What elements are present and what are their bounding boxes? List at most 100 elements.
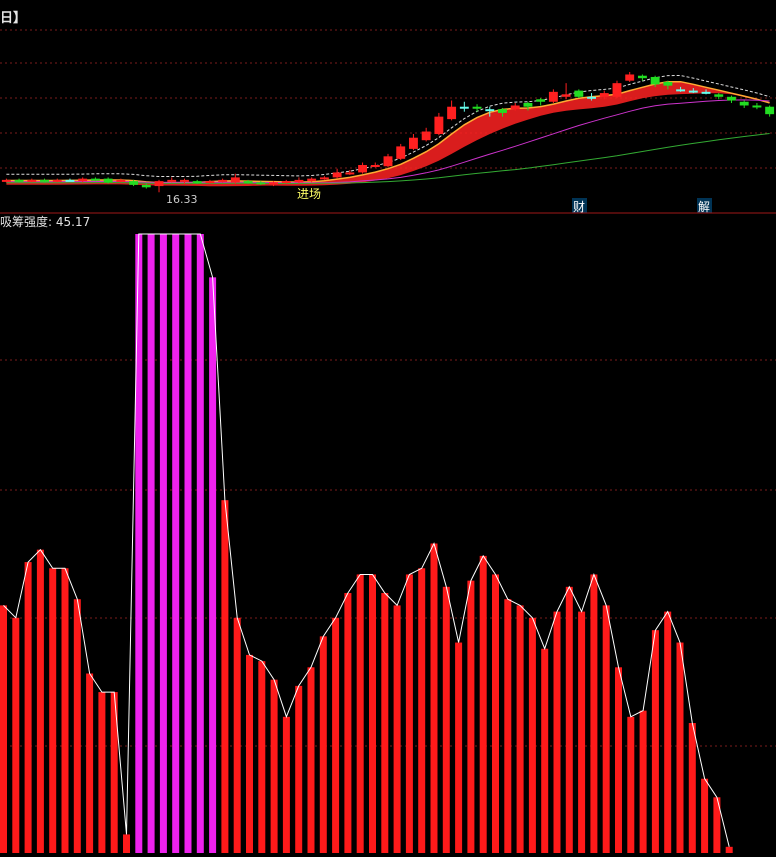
indicator-bar-33	[405, 574, 413, 853]
indicator-bar-56	[688, 723, 696, 853]
candle-body-51	[650, 76, 660, 85]
candle-body-22	[281, 181, 291, 184]
candle-body-54	[688, 90, 698, 93]
indicator-bar-6	[73, 599, 81, 853]
indicator-bar-53	[651, 630, 659, 853]
candle-body-1	[14, 179, 24, 182]
candle-body-16	[205, 181, 215, 184]
candle-body-38	[485, 109, 495, 112]
candle-body-55	[701, 91, 711, 94]
indicator-bar-10	[123, 834, 130, 853]
badge-jie[interactable]: 解	[698, 200, 710, 214]
candle-body-32	[408, 137, 418, 149]
candle-body-45	[574, 90, 584, 97]
candle-body-53	[676, 89, 686, 92]
candle-body-46	[587, 96, 596, 99]
indicator-bar-3	[36, 549, 44, 853]
indicator-bar-15	[184, 234, 192, 853]
candle-body-26	[332, 172, 342, 178]
indicator-bar-29	[356, 574, 364, 853]
candle-body-23	[294, 179, 304, 183]
candle-body-8	[103, 178, 113, 183]
indicator-bar-16	[196, 234, 204, 853]
candle-body-52	[663, 81, 673, 86]
indicator-bar-11	[135, 234, 143, 853]
indicator-bar-38	[467, 580, 475, 853]
candle-body-13	[167, 179, 177, 182]
candle-body-59	[752, 105, 762, 108]
candle-body-48	[612, 83, 622, 97]
candle-body-50	[637, 75, 647, 79]
candle-body-41	[523, 103, 533, 107]
indicator-bar-0	[0, 605, 7, 853]
candle-body-11	[141, 184, 151, 188]
indicator-bar-43	[528, 617, 536, 853]
indicator-bar-28	[344, 593, 352, 853]
indicator-bar-45	[553, 611, 561, 853]
candle-body-12	[154, 181, 164, 187]
indicator-bar-17	[209, 277, 217, 854]
candle-body-42	[536, 99, 546, 102]
indicator-bar-26	[319, 636, 327, 853]
indicator-bar-12	[147, 234, 155, 853]
candle-body-35	[447, 106, 457, 120]
chart-canvas: 日】 16.33 进场 财 解 吸筹强度: 45.17	[0, 0, 776, 854]
candle-body-29	[370, 165, 380, 167]
indicator-bar-39	[479, 555, 487, 853]
candle-body-58	[739, 101, 749, 106]
entry-signal-label: 进场	[297, 187, 321, 201]
candle-body-19	[243, 181, 253, 184]
indicator-bar-14	[172, 234, 180, 853]
candle-body-6	[78, 178, 88, 182]
indicator-bar-19	[233, 617, 241, 853]
indicator-title: 吸筹强度: 45.17	[0, 214, 90, 229]
indicator-bar-27	[332, 617, 340, 853]
candle-body-60	[765, 106, 775, 115]
indicator-bar-20	[246, 654, 253, 853]
candle-body-4	[52, 179, 62, 182]
indicator-bar-2	[24, 562, 32, 853]
indicator-bar-48	[590, 574, 598, 853]
indicator-bar-41	[504, 599, 512, 853]
indicator-bar-5	[61, 568, 69, 853]
indicator-bar-18	[221, 500, 229, 853]
candle-body-40	[510, 105, 520, 110]
candle-body-49	[625, 74, 635, 81]
indicator-bar-46	[565, 586, 573, 853]
candle-body-24	[307, 178, 317, 182]
candle-body-57	[727, 96, 736, 101]
candle-body-47	[599, 93, 609, 97]
candle-body-27	[345, 172, 355, 175]
candle-body-31	[396, 146, 406, 159]
indicator-bar-30	[369, 574, 376, 853]
indicator-bar-44	[541, 648, 549, 853]
indicator-bar-22	[270, 679, 278, 853]
low-price-label: 16.33	[166, 193, 198, 206]
candle-body-28	[358, 165, 368, 173]
indicator-bar-13	[159, 234, 167, 853]
indicator-bar-31	[381, 593, 389, 853]
indicator-bar-34	[418, 568, 426, 853]
candle-body-10	[129, 181, 139, 185]
candle-body-43	[548, 91, 558, 102]
indicator-bar-35	[430, 543, 438, 853]
indicator-bar-57	[701, 778, 709, 853]
candle-body-39	[498, 109, 507, 113]
indicator-bar-4	[49, 568, 57, 853]
indicator-bar-36	[442, 586, 450, 853]
indicator-bar-24	[295, 685, 303, 853]
indicator-bar-7	[86, 673, 94, 853]
candle-body-20	[256, 182, 266, 185]
candle-body-56	[714, 94, 724, 97]
indicator-bar-1	[12, 617, 20, 853]
indicator-bar-54	[664, 611, 672, 853]
chart-stage: 日】 16.33 进场 财 解 吸筹强度: 45.17	[0, 0, 776, 854]
indicator-bar-59	[725, 846, 733, 853]
indicator-bar-8	[98, 692, 106, 853]
header-title: 日】	[0, 10, 26, 26]
candle-body-0	[1, 179, 11, 182]
candle-body-21	[269, 182, 278, 185]
indicator-bar-51	[627, 716, 635, 853]
badge-cai[interactable]: 财	[573, 200, 585, 214]
candle-body-25	[319, 177, 329, 180]
